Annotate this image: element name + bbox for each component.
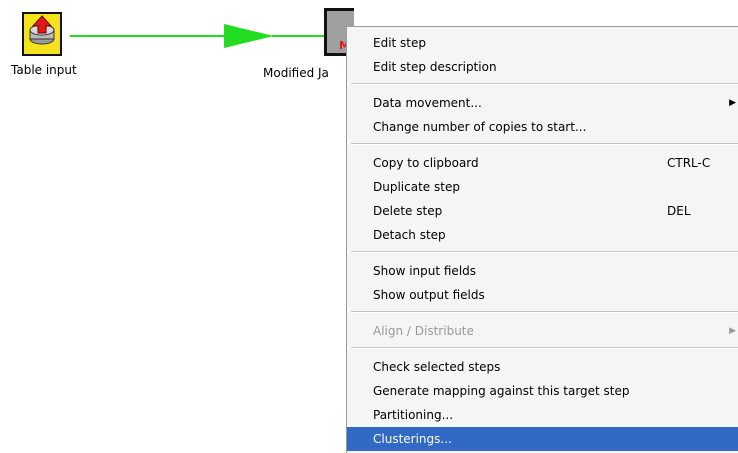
table-input-step-label: Table input — [11, 63, 77, 77]
menu-item-partitioning[interactable]: Partitioning... — [347, 403, 738, 427]
menu-item-detach-step[interactable]: Detach step — [347, 223, 738, 247]
menu-item-duplicate-step[interactable]: Duplicate step — [347, 175, 738, 199]
menu-separator — [351, 83, 738, 85]
menu-item-label: Detach step — [373, 228, 446, 242]
menu-item-edit-step[interactable]: Edit step — [347, 31, 738, 55]
menu-item-label: Show input fields — [373, 264, 477, 278]
menu-item-change-copies[interactable]: Change number of copies to start... — [347, 115, 738, 139]
menu-item-clusterings[interactable]: Clusterings... — [347, 427, 738, 451]
modified-js-step-label: Modified Ja — [263, 66, 329, 80]
step-name: Modified Ja — [263, 66, 329, 80]
menu-item-label: Duplicate step — [373, 180, 460, 194]
menu-separator — [351, 347, 738, 349]
menu-item-label: Data movement... — [373, 96, 482, 110]
menu-separator — [351, 143, 738, 145]
menu-item-label: Edit step description — [373, 60, 497, 74]
menu-item-check-selected-steps[interactable]: Check selected steps — [347, 355, 738, 379]
menu-item-label: Edit step — [373, 36, 427, 50]
menu-item-align-distribute[interactable]: Align / Distribute ▶ — [347, 319, 738, 343]
step-context-menu[interactable]: Edit step Edit step description Data mov… — [346, 26, 738, 453]
database-icon — [29, 15, 55, 45]
submenu-arrow-icon: ▶ — [729, 98, 736, 108]
menu-separator — [351, 251, 738, 253]
menu-item-show-output-fields[interactable]: Show output fields — [347, 283, 738, 307]
table-input-step-icon[interactable] — [22, 12, 62, 56]
menu-item-delete-step[interactable]: Delete step DEL — [347, 199, 738, 223]
menu-item-label: Show output fields — [373, 288, 485, 302]
menu-separator — [351, 311, 738, 313]
menu-item-label: Generate mapping against this target ste… — [373, 384, 630, 398]
menu-item-label: Change number of copies to start... — [373, 120, 587, 134]
menu-item-label: Delete step — [373, 204, 443, 218]
menu-item-shortcut: CTRL-C — [667, 156, 711, 170]
menu-item-label: Check selected steps — [373, 360, 501, 374]
menu-item-data-movement[interactable]: Data movement... ▶ — [347, 91, 738, 115]
menu-item-edit-step-description[interactable]: Edit step description — [347, 55, 738, 79]
menu-item-show-input-fields[interactable]: Show input fields — [347, 259, 738, 283]
submenu-arrow-icon: ▶ — [729, 326, 736, 336]
menu-item-copy-to-clipboard[interactable]: Copy to clipboard CTRL-C — [347, 151, 738, 175]
menu-item-label: Partitioning... — [373, 408, 454, 422]
step-name: Table input — [11, 63, 77, 77]
menu-item-generate-mapping[interactable]: Generate mapping against this target ste… — [347, 379, 738, 403]
menu-item-shortcut: DEL — [667, 204, 691, 218]
menu-item-label: Clusterings... — [373, 432, 452, 446]
menu-item-label: Align / Distribute — [373, 324, 474, 338]
menu-item-label: Copy to clipboard — [373, 156, 479, 170]
